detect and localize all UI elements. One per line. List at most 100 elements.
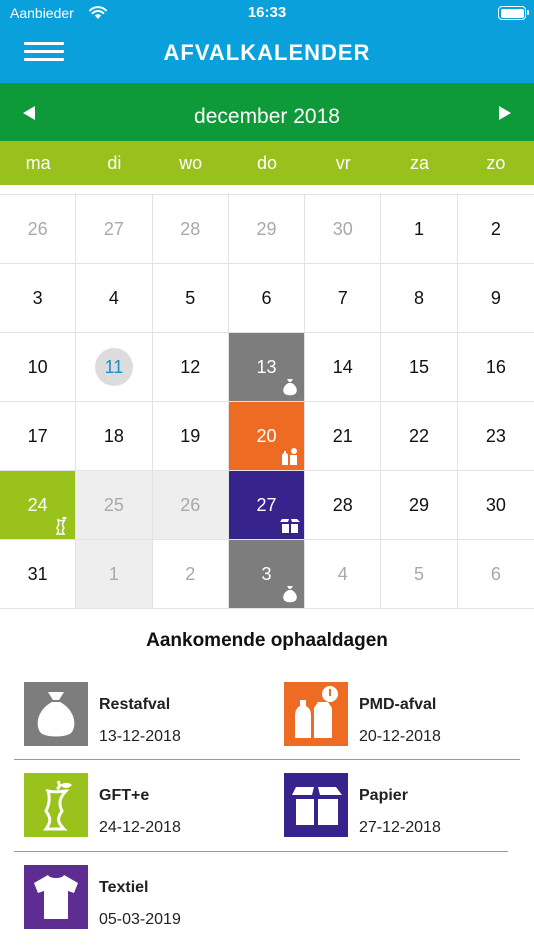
calendar-day[interactable]: 23 — [457, 402, 534, 471]
calendar-day[interactable]: 11 — [76, 333, 153, 402]
bottle-carton-icon — [282, 448, 298, 465]
day-number: 2 — [185, 563, 196, 584]
day-number: 6 — [261, 287, 272, 308]
day-number: 21 — [332, 425, 353, 446]
item-date: 27-12-2018 — [359, 819, 441, 836]
cardboard-box-icon — [284, 773, 348, 837]
upcoming-item-restafval[interactable]: Restafval 13-12-2018 — [24, 682, 264, 748]
day-number: 24 — [27, 494, 48, 515]
calendar-day[interactable]: 19 — [152, 402, 229, 471]
calendar-day[interactable]: 4 — [76, 264, 153, 333]
item-date: 24-12-2018 — [99, 819, 181, 836]
day-number: 26 — [180, 494, 201, 515]
divider — [14, 851, 508, 852]
calendar-day[interactable]: 1 — [381, 195, 458, 264]
day-number: 13 — [256, 356, 277, 377]
day-number: 8 — [414, 287, 425, 308]
trash-bag-icon — [24, 682, 88, 746]
calendar-day[interactable]: 17 — [0, 402, 77, 471]
weekday-label: zo — [486, 153, 506, 173]
tshirt-icon — [24, 865, 88, 929]
weekday-label: wo — [179, 153, 203, 173]
nav-bar: AFVALKALENDER — [0, 28, 534, 83]
day-number: 17 — [27, 425, 48, 446]
bottle-carton-icon — [284, 682, 348, 746]
item-name: Restafval — [99, 696, 171, 713]
upcoming-item-pmd-afval[interactable]: PMD-afval 20-12-2018 — [284, 682, 524, 748]
next-month-button[interactable] — [492, 103, 516, 123]
calendar-day[interactable]: 22 — [381, 402, 458, 471]
divider — [14, 759, 520, 760]
weekday-label: di — [107, 153, 122, 173]
calendar-day[interactable]: 6 — [228, 264, 306, 333]
day-number: 20 — [256, 425, 277, 446]
upcoming-title: Aankomende ophaaldagen — [146, 630, 388, 651]
calendar-day[interactable]: 31 — [0, 540, 77, 609]
calendar-day[interactable]: 24 — [0, 471, 77, 540]
item-name: GFT+e — [99, 787, 150, 804]
day-number: 27 — [103, 218, 124, 239]
calendar-day[interactable]: 2 — [457, 195, 534, 264]
calendar-day[interactable]: 3 — [228, 540, 306, 609]
day-number: 10 — [27, 356, 48, 377]
today-marker: 11 — [94, 348, 133, 386]
calendar-grid: 26 27 28 29 30 1 2 3 4 5 6 7 8 9 10 11 12 13 14 15 16 17 18 19 2… — [0, 194, 534, 609]
calendar-day[interactable]: 30 — [305, 195, 382, 264]
calendar-day[interactable]: 29 — [228, 195, 306, 264]
day-number: 26 — [27, 218, 48, 239]
day-number: 3 — [261, 563, 272, 584]
calendar-day[interactable]: 8 — [381, 264, 458, 333]
calendar-day[interactable]: 28 — [305, 471, 382, 540]
calendar-day[interactable]: 30 — [457, 471, 534, 540]
weekday-label: za — [410, 153, 430, 173]
calendar-day[interactable]: 16 — [457, 333, 534, 402]
item-date: 05-03-2019 — [99, 911, 181, 928]
page-title: AFVALKALENDER — [163, 40, 371, 65]
calendar-day[interactable]: 18 — [76, 402, 153, 471]
weekday-header: ma di wo do vr za zo — [0, 141, 534, 185]
calendar-day[interactable]: 6 — [457, 540, 534, 609]
clock: 16:33 — [247, 4, 287, 21]
calendar-day[interactable]: 13 — [228, 333, 306, 402]
calendar-day[interactable]: 27 — [228, 471, 306, 540]
day-number: 5 — [414, 563, 425, 584]
trash-bag-icon — [283, 379, 297, 396]
day-number: 18 — [103, 425, 124, 446]
day-number: 29 — [256, 218, 277, 239]
calendar-day[interactable]: 9 — [457, 264, 534, 333]
calendar-day[interactable]: 20 — [228, 402, 306, 471]
cardboard-box-icon — [280, 519, 301, 533]
weekday-label: vr — [335, 153, 351, 173]
calendar-day[interactable]: 12 — [152, 333, 229, 402]
calendar-day[interactable]: 28 — [152, 195, 229, 264]
day-number: 22 — [409, 425, 430, 446]
day-number: 9 — [490, 287, 501, 308]
day-number: 1 — [108, 563, 119, 584]
upcoming-item-textiel[interactable]: Textiel 05-03-2019 — [24, 865, 264, 931]
calendar-day[interactable]: 3 — [0, 264, 77, 333]
day-number: 23 — [485, 425, 506, 446]
calendar-day[interactable]: 26 — [0, 195, 77, 264]
upcoming-item-papier[interactable]: Papier 27-12-2018 — [284, 773, 524, 839]
upcoming-item-gft[interactable]: GFT+e 24-12-2018 — [24, 773, 264, 839]
calendar-day[interactable]: 7 — [305, 264, 382, 333]
calendar-day[interactable]: 15 — [381, 333, 458, 402]
weekday-label: do — [256, 153, 277, 173]
calendar-day[interactable]: 25 — [76, 471, 153, 540]
calendar-day[interactable]: 27 — [76, 195, 153, 264]
apple-core-icon — [55, 516, 68, 535]
day-number: 27 — [256, 494, 277, 515]
day-number: 31 — [27, 563, 48, 584]
calendar-day[interactable]: 5 — [381, 540, 458, 609]
calendar-day[interactable]: 5 — [152, 264, 229, 333]
calendar-day[interactable]: 10 — [0, 333, 77, 402]
calendar-day[interactable]: 26 — [152, 471, 229, 540]
calendar-day[interactable]: 21 — [305, 402, 382, 471]
day-number: 12 — [180, 356, 201, 377]
calendar-day[interactable]: 1 — [76, 540, 153, 609]
calendar-day[interactable]: 14 — [305, 333, 382, 402]
calendar-day[interactable]: 29 — [381, 471, 458, 540]
day-number: 28 — [332, 494, 353, 515]
calendar-day[interactable]: 4 — [305, 540, 382, 609]
calendar-day[interactable]: 2 — [152, 540, 229, 609]
